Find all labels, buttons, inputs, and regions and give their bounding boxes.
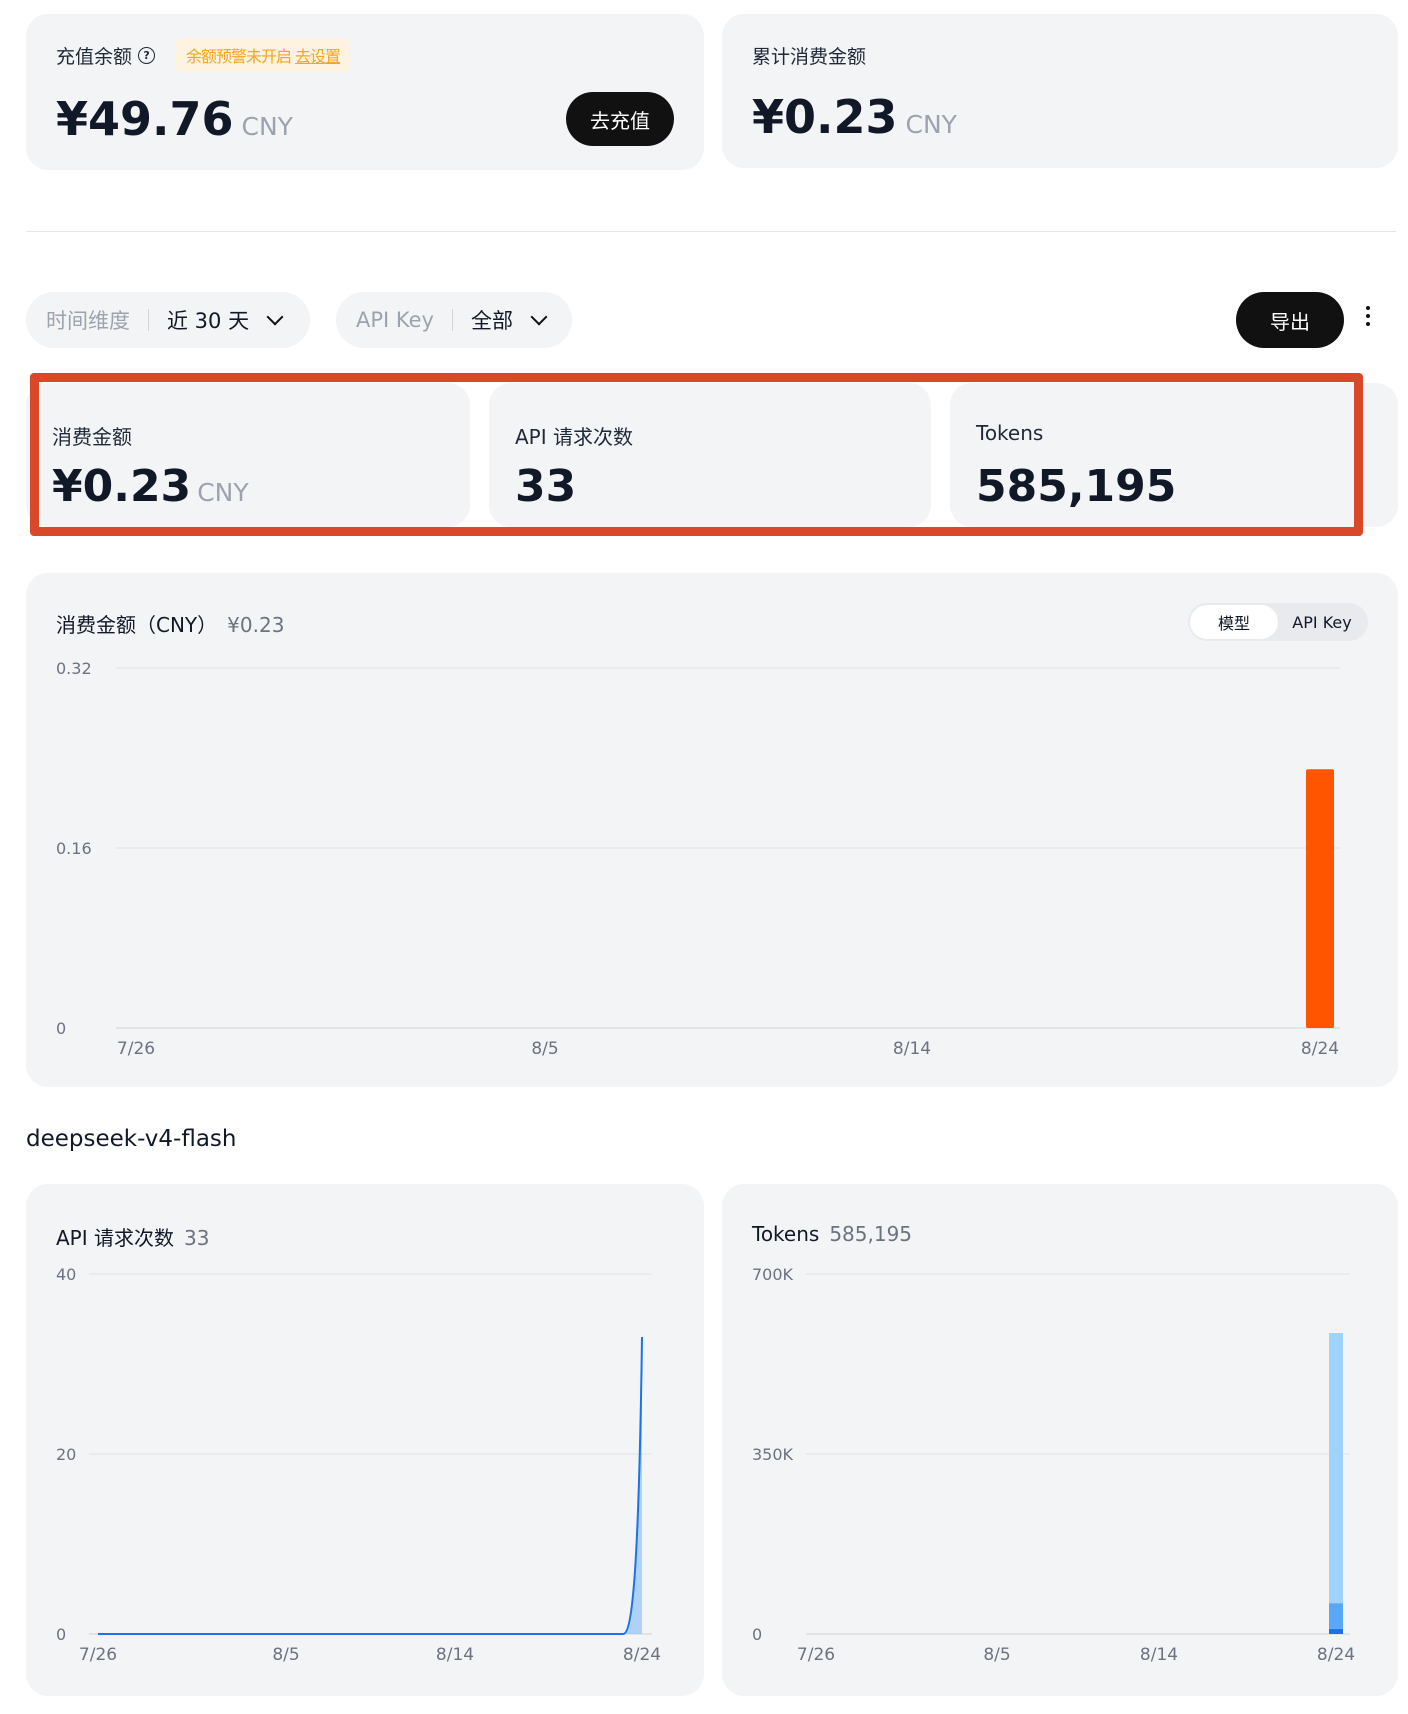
section-divider: [26, 231, 1396, 232]
spend-chart-card: 消费金额（CNY） ¥0.23 0 0.16 0.32 7/26 8/5 8/14 8/24: [26, 573, 1398, 1087]
x-tick-label: 8/14: [436, 1645, 474, 1665]
tokens-chart: 0 350K 700K 7/26 8/5 8/14 8/24: [752, 1265, 1355, 1665]
tokens-bar-segment: [1329, 1333, 1343, 1604]
model-section-title: deepseek-v4-flash: [26, 1126, 237, 1152]
x-tick-label: 8/24: [1317, 1645, 1355, 1665]
y-tick-label: 0: [56, 1625, 66, 1644]
x-tick-label: 8/24: [623, 1645, 661, 1665]
y-tick-label: 0.32: [56, 659, 92, 678]
toggle-model[interactable]: 模型: [1190, 605, 1278, 639]
y-tick-label: 20: [56, 1445, 76, 1464]
y-tick-label: 0.16: [56, 839, 92, 858]
balance-currency: CNY: [241, 112, 293, 141]
balance-amount-value: ¥49.76: [56, 92, 234, 146]
total-spend-label: 累计消费金额: [752, 46, 867, 68]
summary-spend-value: ¥0.23: [52, 461, 192, 512]
tokens-bar-segment: [1329, 1603, 1343, 1629]
balance-card: 充值余额 ? 余额预警未开启 去设置 ¥49.76 CNY 去充值: [26, 14, 704, 170]
more-options-icon[interactable]: [1366, 306, 1372, 326]
x-tick-label: 7/26: [797, 1645, 835, 1665]
total-spend-card: 累计消费金额 ¥0.23 CNY: [722, 14, 1398, 168]
balance-warning-setup-link[interactable]: 去设置: [295, 43, 341, 67]
spend-bar: [1306, 769, 1334, 1028]
help-icon[interactable]: ?: [138, 47, 156, 64]
balance-label-row: 充值余额 ?: [56, 42, 156, 69]
x-tick-label: 8/14: [1140, 1645, 1178, 1665]
spend-chart: 0 0.16 0.32 7/26 8/5 8/14 8/24: [56, 659, 1340, 1059]
chevron-down-icon: [530, 308, 548, 326]
x-tick-label: 8/14: [893, 1039, 931, 1059]
x-tick-label: 7/26: [117, 1039, 155, 1059]
x-tick-label: 8/5: [272, 1645, 299, 1665]
recharge-button[interactable]: 去充值: [566, 92, 674, 146]
balance-amount: ¥49.76 CNY: [56, 92, 293, 146]
summary-tokens-card: Tokens 585,195: [950, 383, 1398, 527]
total-spend-amount: ¥0.23 CNY: [752, 90, 957, 144]
time-range-select[interactable]: 时间维度 近 30 天: [26, 292, 310, 348]
total-spend-value: ¥0.23: [752, 90, 898, 144]
requests-line: [98, 1336, 643, 1635]
summary-spend-amount: ¥0.23 CNY: [52, 461, 249, 512]
total-spend-currency: CNY: [905, 110, 957, 139]
summary-spend-card: 消费金额 ¥0.23 CNY: [26, 383, 470, 527]
x-tick-label: 8/5: [531, 1039, 558, 1059]
y-tick-label: 700K: [752, 1265, 794, 1284]
y-tick-label: 40: [56, 1265, 76, 1284]
x-tick-label: 8/5: [983, 1645, 1010, 1665]
apikey-filter-label: API Key: [356, 308, 434, 332]
time-range-value: 近 30 天: [167, 309, 250, 333]
export-button[interactable]: 导出: [1236, 292, 1344, 348]
summary-requests-label: API 请求次数: [515, 425, 633, 449]
summary-spend-currency: CNY: [197, 478, 249, 507]
balance-warning-badge: 余额预警未开启 去设置: [176, 38, 351, 72]
summary-requests-value: 33: [515, 461, 577, 512]
summary-spend-label: 消费金额: [52, 425, 132, 449]
time-range-label: 时间维度: [46, 309, 130, 333]
balance-warning-text: 余额预警未开启: [186, 47, 292, 66]
apikey-filter-value: 全部: [470, 309, 513, 333]
chevron-down-icon: [266, 308, 284, 326]
requests-area: [98, 1337, 642, 1634]
y-tick-label: 0: [56, 1019, 66, 1038]
tokens-chart-card: Tokens 585,195 0 350K 700K 7/26 8/5 8/14 8/24: [722, 1184, 1398, 1696]
x-tick-label: 8/24: [1301, 1039, 1339, 1059]
y-tick-label: 0: [752, 1625, 762, 1644]
requests-chart-card: API 请求次数 33 0 20 40 7/26 8/5 8/14 8/24: [26, 1184, 704, 1696]
balance-label: 充值余额: [56, 46, 133, 68]
y-tick-label: 350K: [752, 1445, 794, 1464]
toggle-apikey[interactable]: API Key: [1278, 605, 1366, 639]
tokens-bar-segment: [1329, 1628, 1343, 1634]
apikey-select[interactable]: API Key 全部: [336, 292, 572, 348]
summary-requests-card: API 请求次数 33: [489, 383, 931, 527]
x-tick-label: 7/26: [79, 1645, 117, 1665]
chart-group-toggle: 模型 API Key: [1188, 603, 1368, 641]
summary-tokens-label: Tokens: [976, 421, 1044, 445]
summary-tokens-value: 585,195: [976, 461, 1177, 512]
requests-chart: 0 20 40 7/26 8/5 8/14 8/24: [56, 1265, 661, 1665]
